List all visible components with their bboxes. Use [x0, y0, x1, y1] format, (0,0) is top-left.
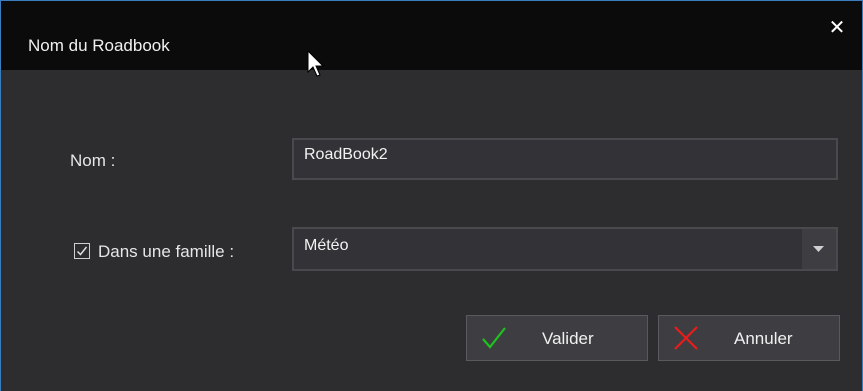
mouse-pointer-icon: [307, 50, 325, 77]
close-icon: ✕: [828, 17, 846, 39]
title-bar[interactable]: Nom du Roadbook ✕: [1, 1, 862, 70]
name-input[interactable]: RoadBook2: [292, 138, 838, 180]
green-check-icon: [482, 327, 506, 349]
roadbook-name-dialog: Nom du Roadbook ✕ Nom : RoadBook2 Dans u…: [0, 0, 863, 391]
family-select[interactable]: Météo: [292, 227, 838, 271]
name-label: Nom :: [70, 151, 116, 170]
dialog-title: Nom du Roadbook: [28, 36, 170, 55]
chevron-down-icon: [813, 246, 824, 252]
red-x-icon: [674, 326, 698, 350]
family-select-dropdown-button[interactable]: [802, 229, 836, 269]
cancel-button-label: Annuler: [734, 329, 793, 348]
checkmark-icon: [76, 246, 88, 256]
family-select-value: Météo: [304, 237, 349, 254]
validate-button[interactable]: Valider: [466, 315, 648, 361]
close-button[interactable]: ✕: [820, 11, 854, 45]
family-label[interactable]: Dans une famille :: [98, 242, 234, 262]
family-checkbox[interactable]: [74, 243, 90, 259]
cancel-button[interactable]: Annuler: [658, 315, 840, 361]
validate-button-label: Valider: [542, 329, 594, 348]
